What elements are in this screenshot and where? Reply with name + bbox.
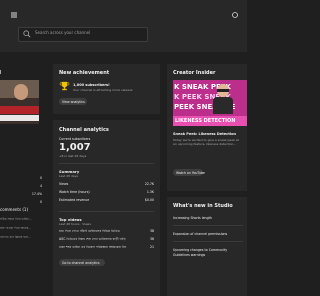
analytics-card: Channel analytics Current subscribers 1,… [53,120,160,296]
summary-period: Last 28 days [59,174,79,178]
stat-value: 0 [39,200,42,204]
summary-row: Views 22.7K [59,182,154,188]
summary-row-label: Estimated revenue [59,198,90,202]
comment-line[interactable]: সঠিক সময়ে দিয়ে ভাইয়া... [0,217,32,223]
summary-row-value: 22.7K [144,182,154,186]
divider [173,241,243,242]
thumb-text: LIKENESS DETECTION [175,118,236,124]
comment-line[interactable]: গুনগত মান ক্লিয়ার হয়ে... [0,235,31,241]
studio-card: What's new in Studio Increasing Shorts l… [167,197,247,296]
top-videos-list: রাত দিয়ে পেতে বাঁধাই ভাইয়ালের বিভিন্ন … [59,229,154,255]
top-video-title: ASC ভিডিওর বিস্তর শেষ দেখা ভাইয়ালার বাড… [59,237,126,241]
divider [59,211,154,212]
top-video-views: 38 [149,229,154,233]
insider-title: Creator Insider [173,70,216,76]
trophy-icon [59,81,70,91]
left-title-fragment [0,70,1,74]
achievement-card: New achievement 1,000 subscribers! Your … [53,64,160,114]
search-icon [23,30,31,38]
summary-rows: Views 22.7K Watch time (hours) 1.3K Esti… [59,182,154,208]
top-video-row[interactable]: ASC ভিডিওর বিস্তর শেষ দেখা ভাইয়ালার বাড… [59,237,154,243]
studio-item[interactable]: Expansion of channel permissions [173,232,227,236]
presenter-avatar [213,84,233,114]
summary-row-label: Watch time (hours) [59,190,90,194]
view-analytics-button[interactable]: View analytics [59,98,87,105]
milestone-text: 1,000 subscribers! [73,83,110,87]
insider-description: Today we're excited to give a sneak peek… [173,138,239,146]
top-video-row[interactable]: ঢাকা শহর ভাইয়া এর বিকেল পরিকল্পনা আজকের… [59,245,154,251]
summary-row: Watch time (hours) 1.3K [59,190,154,196]
stat-value: 17.4% [31,192,42,196]
summary-row-label: Views [59,182,69,186]
stat-value: 0 [39,176,42,180]
analytics-title: Channel analytics [59,127,109,133]
studio-item[interactable]: Upcoming changes to Community Guidelines… [173,248,243,257]
top-video-views: 36 [149,237,154,241]
video-thumbnail[interactable] [0,80,39,124]
divider [173,225,243,226]
left-column: 0 4 17.4% 0 comments (1) সঠিক সময়ে দিয়… [0,70,48,296]
studio-title: What's new in Studio [173,203,233,209]
go-to-analytics-button[interactable]: Go to channel analytics [59,259,105,266]
top-video-views: 21 [149,245,154,249]
menu-icon[interactable] [11,12,17,18]
subscribers-value: 1,007 [59,142,91,153]
top-videos-period: Last 48 hours · Views [59,222,91,226]
insider-card: Creator Insider K SNEAK PEEK K PEEK SNEA… [167,64,247,191]
insider-thumbnail[interactable]: K SNEAK PEEK K PEEK SNEAK PEEK SNEAK PE … [173,80,247,126]
comment-line[interactable]: রক্ত পাওয়া দিয়ে অনেক... [0,226,31,232]
subscribers-label: Current subscribers [59,137,91,141]
summary-row-value: $0.00 [144,198,154,202]
top-video-title: ঢাকা শহর ভাইয়া এর বিকেল পরিকল্পনা আজকের… [59,245,127,249]
search-bar[interactable]: Search across your channel [18,27,148,42]
summary-row: Estimated revenue $0.00 [59,198,154,204]
watch-on-youtube-button[interactable]: Watch on YouTube [173,169,205,176]
top-bar: Search across your channel [0,0,247,52]
help-icon[interactable] [232,12,238,18]
summary-row-value: 1.3K [146,190,154,194]
stat-value: 4 [39,184,42,188]
go-to-analytics-label: Go to channel analytics [62,260,100,265]
insider-video-title[interactable]: Sneak Peek: Likeness Detection [173,132,236,136]
search-placeholder: Search across your channel [35,30,91,35]
subscribers-change: +8 in last 28 days [59,154,87,158]
comments-heading: comments (1) [0,207,29,212]
top-video-title: রাত দিয়ে পেতে বাঁধাই ভাইয়ালের বিভিন্ন … [59,229,120,233]
view-analytics-label: View analytics [62,99,85,104]
watch-on-youtube-label: Watch on YouTube [176,170,205,175]
milestone-sub: Your channel is attracting more viewers [73,88,133,92]
studio-item[interactable]: Increasing Shorts length [173,216,212,220]
achievement-title: New achievement [59,70,110,76]
divider [59,163,154,164]
top-video-row[interactable]: রাত দিয়ে পেতে বাঁধাই ভাইয়ালের বিভিন্ন … [59,229,154,235]
